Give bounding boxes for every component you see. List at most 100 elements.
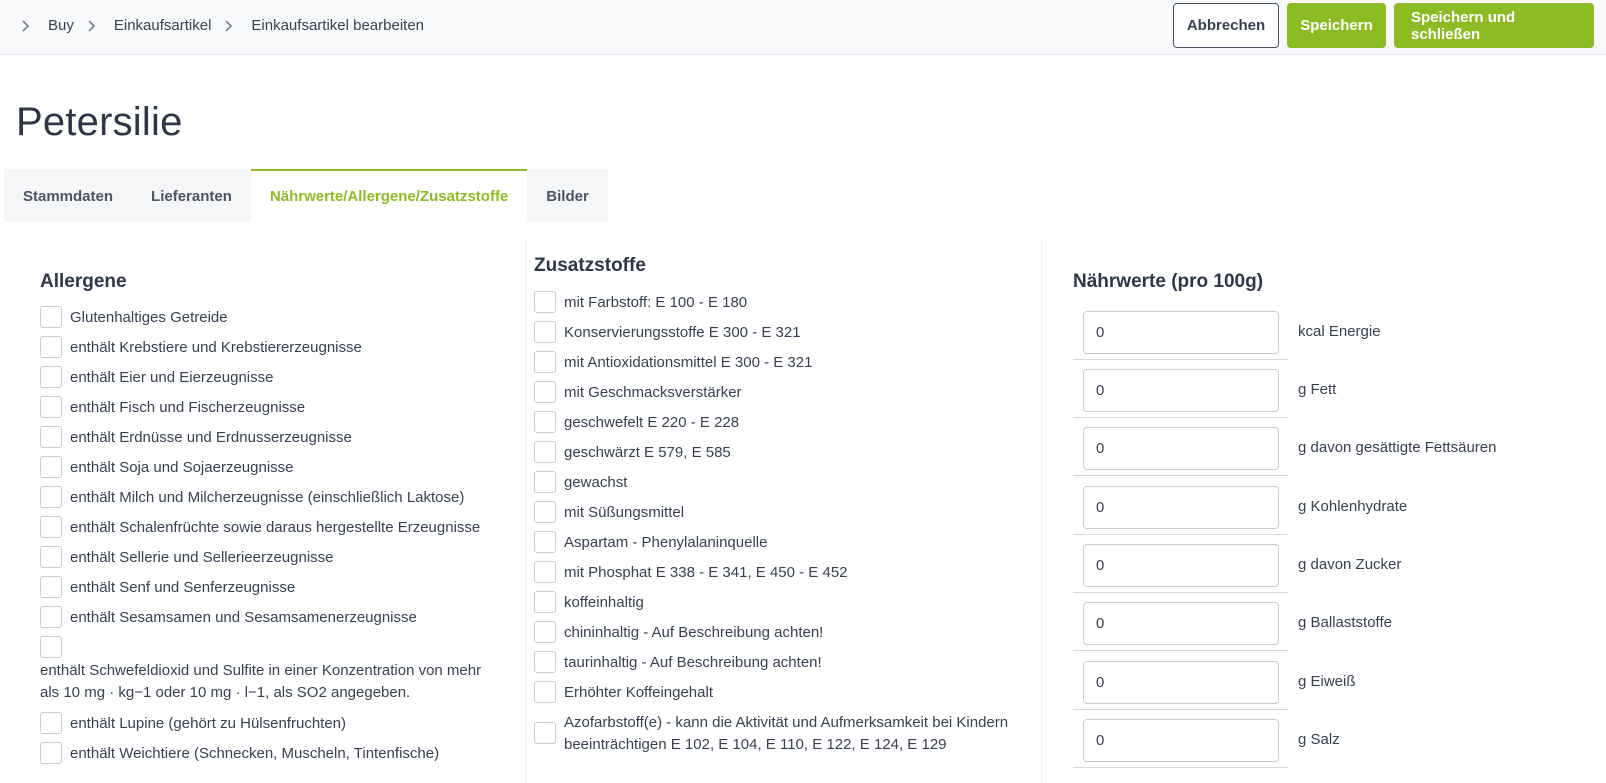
save-button[interactable]: Speichern [1287, 3, 1386, 48]
divider [1073, 534, 1288, 535]
additive-checkbox[interactable] [534, 351, 556, 373]
breadcrumb: Buy Einkaufsartikel Einkaufsartikel bear… [22, 17, 438, 34]
additive-label: mit Antioxidationsmittel E 300 - E 321 [564, 353, 813, 371]
allergen-item [40, 636, 70, 658]
additive-checkbox[interactable] [534, 681, 556, 703]
nutrition-input[interactable] [1083, 661, 1279, 704]
allergen-item: enthält Weichtiere (Schnecken, Muscheln,… [40, 742, 439, 764]
save-and-close-button[interactable]: Speichern und schließen [1394, 3, 1594, 48]
additive-checkbox[interactable] [534, 411, 556, 433]
divider [1073, 767, 1288, 768]
additive-label: taurinhaltig - Auf Beschreibung achten! [564, 653, 822, 671]
additive-checkbox[interactable] [534, 501, 556, 523]
allergen-item: enthält Sellerie und Sellerieerzeugnisse [40, 546, 334, 568]
additive-label: mit Farbstoff: E 100 - E 180 [564, 293, 748, 311]
nutrition-row: g Fett [1073, 369, 1543, 427]
allergen-checkbox[interactable] [40, 486, 62, 508]
nutrition-unit: g Fett [1298, 381, 1337, 398]
additive-checkbox[interactable] [534, 531, 556, 553]
additive-item: mit Phosphat E 338 - E 341, E 450 - E 45… [534, 561, 848, 583]
allergen-checkbox[interactable] [40, 636, 62, 658]
nutrition-unit: g Salz [1298, 731, 1340, 748]
allergen-checkbox[interactable] [40, 606, 62, 628]
allergen-checkbox[interactable] [40, 742, 62, 764]
additive-checkbox[interactable] [534, 651, 556, 673]
allergen-label: enthält Lupine (gehört zu Hülsenfruchten… [70, 714, 347, 732]
page-title: Petersilie [16, 100, 183, 144]
nutrition-input[interactable] [1083, 602, 1279, 645]
allergen-checkbox[interactable] [40, 516, 62, 538]
allergen-checkbox[interactable] [40, 576, 62, 598]
nutrition-row: g Ballaststoffe [1073, 602, 1543, 660]
allergen-checkbox[interactable] [40, 426, 62, 448]
additive-checkbox[interactable] [534, 291, 556, 313]
naehrwerte-heading: Nährwerte (pro 100g) [1073, 271, 1264, 292]
nutrition-input[interactable] [1083, 719, 1279, 762]
additive-checkbox[interactable] [534, 381, 556, 403]
additive-label: geschwefelt E 220 - E 228 [564, 413, 740, 431]
action-buttons: Abbrechen Speichern Speichern und schlie… [1173, 3, 1594, 48]
additive-item: mit Süßungsmittel [534, 501, 684, 523]
allergen-label: enthält Eier und Eierzeugnisse [70, 368, 274, 386]
nutrition-input[interactable] [1083, 311, 1279, 354]
allergen-item: enthält Senf und Senferzeugnisse [40, 576, 295, 598]
nutrition-row: g davon Zucker [1073, 544, 1543, 602]
additive-label: Konservierungsstoffe E 300 - E 321 [564, 323, 801, 341]
nutrition-unit: g Ballaststoffe [1298, 614, 1392, 631]
additive-checkbox[interactable] [534, 561, 556, 583]
allergen-item: enthält Erdnüsse und Erdnusserzeugnisse [40, 426, 352, 448]
allergen-checkbox[interactable] [40, 456, 62, 478]
additive-label: mit Phosphat E 338 - E 341, E 450 - E 45… [564, 563, 848, 581]
tab-stammdaten[interactable]: Stammdaten [4, 169, 133, 222]
allergen-item: enthält Fisch und Fischerzeugnisse [40, 396, 305, 418]
allergen-checkbox[interactable] [40, 306, 62, 328]
additive-checkbox[interactable] [534, 471, 556, 493]
additive-label: Aspartam - Phenylalaninquelle [564, 533, 768, 551]
nutrition-input[interactable] [1083, 427, 1279, 470]
additive-checkbox[interactable] [534, 591, 556, 613]
allergen-label: enthält Weichtiere (Schnecken, Muscheln,… [70, 744, 440, 762]
chevron-right-icon [88, 19, 100, 33]
column-divider [1041, 238, 1042, 783]
nutrition-input[interactable] [1083, 486, 1279, 529]
additive-item [534, 722, 564, 744]
zusatzstoffe-heading: Zusatzstoffe [534, 255, 646, 276]
allergen-label: enthält Krebstiere und Krebstiererzeugni… [70, 338, 362, 356]
additive-checkbox[interactable] [534, 722, 556, 744]
tab-bilder[interactable]: Bilder [527, 169, 608, 222]
additive-item: gewachst [534, 471, 627, 493]
divider [1073, 359, 1288, 360]
allergen-label: enthält Milch und Milcherzeugnisse (eins… [70, 488, 465, 506]
additive-checkbox[interactable] [534, 621, 556, 643]
column-divider [525, 238, 526, 783]
allergen-label: enthält Senf und Senferzeugnisse [70, 578, 296, 596]
breadcrumb-buy[interactable]: Buy [48, 17, 74, 34]
allergen-checkbox[interactable] [40, 336, 62, 358]
allergen-checkbox[interactable] [40, 712, 62, 734]
allergen-item: enthält Milch und Milcherzeugnisse (eins… [40, 486, 464, 508]
allergen-checkbox[interactable] [40, 546, 62, 568]
additive-item: mit Geschmacksverstärker [534, 381, 742, 403]
additive-checkbox[interactable] [534, 441, 556, 463]
nutrition-input[interactable] [1083, 544, 1279, 587]
additive-item: Erhöhter Koffeingehalt [534, 681, 713, 703]
tab-bar: Stammdaten Lieferanten Nährwerte/Allerge… [4, 169, 608, 222]
nutrition-unit: g Kohlenhydrate [1298, 498, 1408, 515]
nutrition-unit: kcal Energie [1298, 323, 1381, 340]
nutrition-row: g Salz [1073, 719, 1543, 777]
allergen-checkbox[interactable] [40, 366, 62, 388]
additive-item: geschwärzt E 579, E 585 [534, 441, 731, 463]
additive-checkbox[interactable] [534, 321, 556, 343]
allergen-item: enthält Krebstiere und Krebstiererzeugni… [40, 336, 362, 358]
allergen-checkbox[interactable] [40, 396, 62, 418]
nutrition-row: g davon gesättigte Fettsäuren [1073, 427, 1543, 485]
additive-label: Azofarbstoff(e) - kann die Aktivität und… [564, 714, 1009, 753]
breadcrumb-einkaufsartikel[interactable]: Einkaufsartikel [114, 17, 212, 34]
cancel-button[interactable]: Abbrechen [1173, 3, 1279, 48]
tab-lieferanten[interactable]: Lieferanten [132, 169, 251, 222]
allergen-label: enthält Schwefeldioxid und Sulfite in ei… [40, 662, 482, 701]
additive-label: mit Süßungsmittel [564, 503, 685, 521]
additive-item: geschwefelt E 220 - E 228 [534, 411, 739, 433]
tab-naehrwerte[interactable]: Nährwerte/Allergene/Zusatzstoffe [250, 169, 528, 222]
nutrition-input[interactable] [1083, 369, 1279, 412]
